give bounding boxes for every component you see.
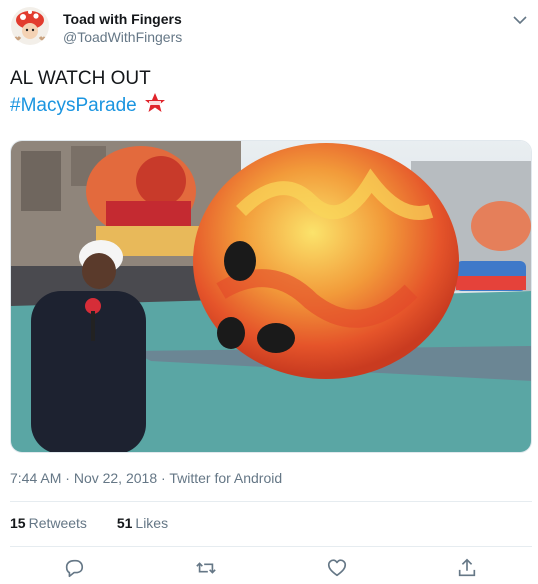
- tweet-header: Toad with Fingers @ToadWithFingers: [0, 0, 538, 56]
- hashtag-link[interactable]: #MacysParade: [10, 95, 137, 116]
- tweet-timestamp: 7:44 AM · Nov 22, 2018 · Twitter for And…: [10, 470, 282, 486]
- likes-stat[interactable]: 51 Likes: [117, 515, 168, 531]
- author-handle[interactable]: @ToadWithFingers: [63, 29, 182, 45]
- reply-icon[interactable]: [63, 557, 85, 579]
- chevron-down-icon[interactable]: [512, 12, 528, 28]
- tweet-time[interactable]: 7:44 AM: [10, 470, 61, 486]
- parade-video-still: [11, 141, 531, 452]
- like-icon[interactable]: [326, 557, 348, 579]
- retweet-icon[interactable]: [195, 557, 217, 579]
- meta-separator: ·: [157, 470, 170, 486]
- divider: [10, 546, 532, 547]
- tweet-source[interactable]: Twitter for Android: [169, 470, 282, 486]
- likes-count: 51: [116, 515, 133, 531]
- tweet-actions: [0, 557, 538, 583]
- tweet-text: AL WATCH OUT #MacysParade: [10, 66, 167, 119]
- likes-label: Likes: [135, 515, 169, 531]
- tweet-stats: 15 Retweets 51 Likes: [10, 515, 194, 531]
- retweets-stat[interactable]: 15 Retweets: [10, 515, 87, 531]
- toad-avatar-icon[interactable]: [11, 7, 49, 45]
- macys-star-icon: [145, 93, 166, 112]
- divider: [10, 501, 532, 502]
- retweets-label: Retweets: [28, 515, 87, 531]
- share-icon[interactable]: [456, 557, 478, 579]
- tweet-media-video[interactable]: [10, 140, 532, 453]
- tweet-date[interactable]: Nov 22, 2018: [74, 470, 157, 486]
- meta-separator: ·: [61, 470, 74, 486]
- retweets-count: 15: [10, 515, 26, 531]
- tweet-text-line: AL WATCH OUT: [10, 68, 151, 89]
- author-display-name[interactable]: Toad with Fingers: [63, 11, 182, 27]
